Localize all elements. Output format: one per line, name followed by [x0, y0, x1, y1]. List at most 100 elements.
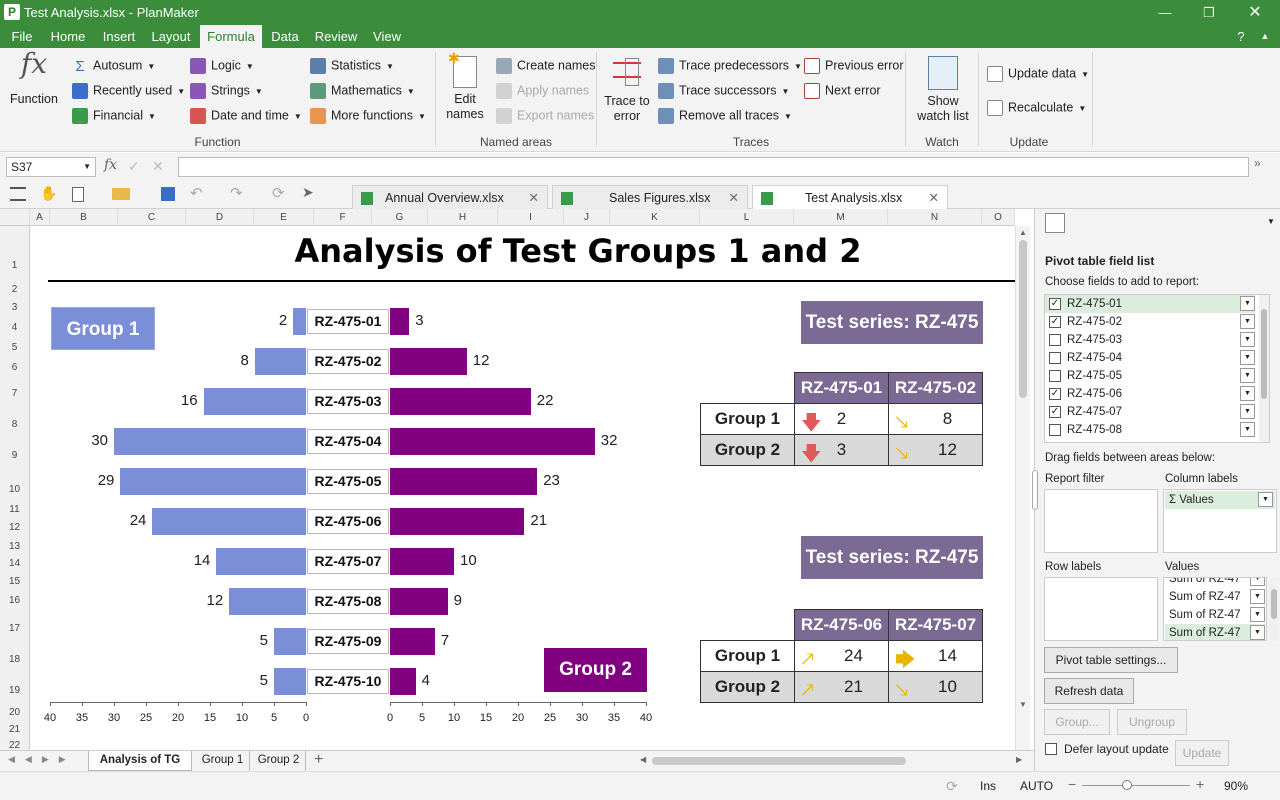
column-header[interactable]: D: [186, 209, 254, 226]
pivot-row-label[interactable]: Group 2: [700, 434, 795, 466]
strings-button[interactable]: Strings ▼: [190, 83, 263, 99]
pivot-header[interactable]: RZ-475-06: [794, 609, 889, 641]
chevron-down-icon[interactable]: ▼: [1250, 625, 1265, 640]
column-header[interactable]: A: [30, 209, 50, 226]
chevron-down-icon[interactable]: ▼: [1240, 332, 1255, 347]
row-header[interactable]: 20: [0, 703, 30, 720]
previous-error-button[interactable]: Previous error: [804, 58, 904, 74]
chevron-down-icon[interactable]: ▼: [1240, 404, 1255, 419]
vertical-scrollbar[interactable]: ▲ ▼: [1015, 226, 1030, 750]
select-all-corner[interactable]: [0, 209, 30, 226]
column-header[interactable]: I: [498, 209, 564, 226]
row-header[interactable]: 16: [0, 590, 30, 610]
scroll-left-icon[interactable]: ◀: [640, 755, 646, 764]
sheet-tab-analysis[interactable]: Analysis of TG 1+2: [88, 751, 192, 785]
column-header[interactable]: K: [610, 209, 700, 226]
defer-layout-checkbox[interactable]: [1045, 743, 1057, 755]
zoom-out-icon[interactable]: −: [1068, 776, 1076, 792]
trace-successors-button[interactable]: Trace successors ▼: [658, 83, 789, 99]
trace-predecessors-button[interactable]: Trace predecessors ▼: [658, 58, 802, 74]
checkbox[interactable]: [1049, 370, 1061, 382]
row-header[interactable]: 6: [0, 357, 30, 377]
scrollbar-thumb[interactable]: [1261, 309, 1267, 399]
row-header[interactable]: 5: [0, 337, 30, 357]
undo-icon[interactable]: ↶: [190, 184, 203, 202]
chevron-down-icon[interactable]: ▼: [1258, 492, 1273, 507]
edit-names-button[interactable]: ✱ Edit names: [442, 51, 488, 122]
horizontal-scrollbar-thumb[interactable]: [652, 757, 906, 765]
close-icon[interactable]: ✕: [929, 186, 939, 210]
field-item-rz-475-08[interactable]: RZ-475-08 ▼: [1045, 421, 1255, 439]
column-header[interactable]: G: [372, 209, 428, 226]
column-header[interactable]: M: [794, 209, 888, 226]
hand-icon[interactable]: ✋: [40, 185, 57, 202]
pivot-cell[interactable]: 🡇 2: [794, 403, 889, 435]
row-header[interactable]: 11: [0, 500, 30, 517]
chevron-down-icon[interactable]: ▼: [1240, 314, 1255, 329]
report-filter-area[interactable]: [1044, 489, 1158, 553]
refresh-data-button[interactable]: Refresh data: [1044, 678, 1134, 704]
close-icon[interactable]: ✕: [529, 186, 539, 210]
checkbox[interactable]: ✓: [1049, 406, 1061, 418]
panel-layout-icon[interactable]: [1045, 213, 1065, 233]
chevron-down-icon[interactable]: ▼: [1240, 350, 1255, 365]
worksheet-area[interactable]: Analysis of Test Groups 1 and 2 Group 1 …: [30, 226, 1015, 750]
pivot-row-label[interactable]: Group 2: [700, 671, 795, 703]
field-item-rz-475-01[interactable]: ✓ RZ-475-01 ▼: [1045, 295, 1255, 313]
restore-icon[interactable]: ❐: [1186, 0, 1232, 25]
doc-tab-sales-figures[interactable]: Sales Figures.xlsx ✕: [552, 185, 748, 209]
doc-tab-test-analysis[interactable]: Test Analysis.xlsx ✕: [752, 185, 948, 209]
row-header[interactable]: 9: [0, 439, 30, 470]
pivot-settings-button[interactable]: Pivot table settings...: [1044, 647, 1178, 673]
pivot-header[interactable]: RZ-475-02: [888, 372, 983, 404]
column-header[interactable]: H: [428, 209, 498, 226]
cancel-icon[interactable]: ✕: [152, 158, 164, 175]
next-error-button[interactable]: Next error: [804, 83, 881, 99]
row-header[interactable]: 14: [0, 554, 30, 572]
field-item-rz-475-05[interactable]: RZ-475-05 ▼: [1045, 367, 1255, 385]
checkbox[interactable]: ✓: [1049, 316, 1061, 328]
recently-used-button[interactable]: Recently used ▼: [72, 83, 185, 99]
ribbon-collapse-icon[interactable]: ▲: [1256, 25, 1274, 48]
column-value-item[interactable]: Σ Values ▼: [1165, 491, 1275, 509]
scrollbar-thumb[interactable]: [1019, 240, 1027, 398]
row-header[interactable]: 12: [0, 517, 30, 537]
row-header[interactable]: 7: [0, 377, 30, 408]
zoom-slider-thumb[interactable]: [1122, 780, 1132, 790]
row-header[interactable]: 4: [0, 317, 30, 337]
column-header[interactable]: J: [564, 209, 610, 226]
checkbox[interactable]: ✓: [1049, 388, 1061, 400]
column-header[interactable]: L: [700, 209, 794, 226]
expand-icon[interactable]: »: [1254, 156, 1261, 170]
zoom-level[interactable]: 90%: [1224, 779, 1248, 793]
menu-icon[interactable]: [10, 187, 26, 201]
pivot-header[interactable]: RZ-475-01: [794, 372, 889, 404]
field-item-rz-475-06[interactable]: ✓ RZ-475-06 ▼: [1045, 385, 1255, 403]
column-header[interactable]: N: [888, 209, 982, 226]
menu-view[interactable]: View: [368, 25, 406, 48]
chevron-down-icon[interactable]: ▼: [1240, 296, 1255, 311]
show-watch-list-button[interactable]: Show watch list: [912, 56, 974, 124]
field-item-rz-475-07[interactable]: ✓ RZ-475-07 ▼: [1045, 403, 1255, 421]
minimize-icon[interactable]: —: [1142, 0, 1188, 25]
open-folder-icon[interactable]: [112, 188, 130, 200]
field-list-scrollbar[interactable]: [1259, 295, 1269, 442]
row-header[interactable]: 21: [0, 720, 30, 737]
column-header[interactable]: B: [50, 209, 118, 226]
scroll-up-icon[interactable]: ▲: [1019, 228, 1027, 237]
doc-tab-annual-overview[interactable]: Annual Overview.xlsx ✕: [352, 185, 548, 209]
update-data-button[interactable]: Update data ▼: [987, 66, 1089, 82]
values-scrollbar[interactable]: [1269, 577, 1279, 641]
redo-icon[interactable]: ↷: [230, 184, 243, 202]
checkbox[interactable]: [1049, 424, 1061, 436]
app-icon[interactable]: P: [4, 4, 20, 20]
pivot-row-label[interactable]: Group 1: [700, 640, 795, 672]
autosum-button[interactable]: Σ Autosum ▼: [72, 58, 155, 75]
more-functions-button[interactable]: More functions ▼: [310, 108, 426, 124]
values-item[interactable]: Sum of RZ-47 ▼: [1165, 624, 1265, 640]
pivot-cell[interactable]: 🡆 14: [888, 640, 983, 672]
checkbox[interactable]: ✓: [1049, 298, 1061, 310]
column-header[interactable]: F: [314, 209, 372, 226]
pivot-row-label[interactable]: Group 1: [700, 403, 795, 435]
save-icon[interactable]: [161, 187, 175, 201]
